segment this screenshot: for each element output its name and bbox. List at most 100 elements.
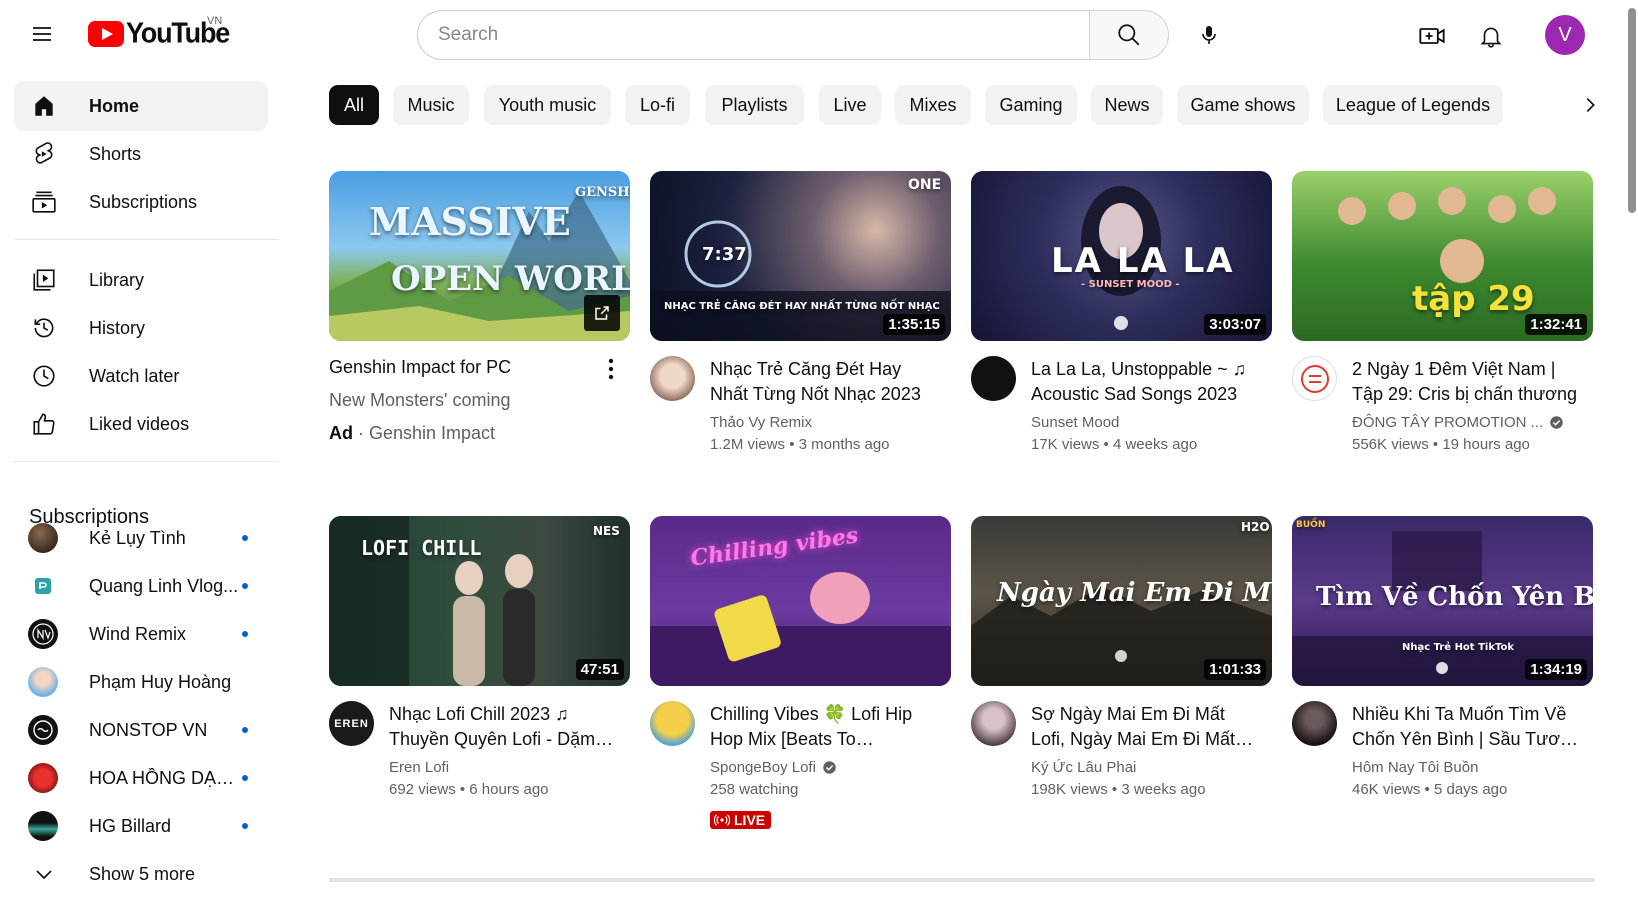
channel-name-text: Sunset Mood xyxy=(1031,414,1120,431)
channel-name[interactable]: Eren Lofi xyxy=(389,759,449,776)
subscription-channel[interactable]: Quang Linh Vlog... xyxy=(14,561,268,611)
library-icon xyxy=(30,266,58,294)
chip-game-shows[interactable]: Game shows xyxy=(1177,85,1309,125)
video-thumbnail[interactable]: 7:37 ONE NHẠC TRẺ CĂNG ĐÉT HAY NHẤT TỪNG… xyxy=(650,171,951,341)
chevron-down-icon xyxy=(30,860,58,888)
video-title[interactable]: Sợ Ngày Mai Em Đi Mất Lofi, Ngày Mai Em … xyxy=(1031,702,1263,752)
video-title[interactable]: 2 Ngày 1 Đêm Việt Nam | Tập 29: Cris bị … xyxy=(1352,357,1584,407)
video-thumbnail[interactable]: tập 29 1:32:41 xyxy=(1292,171,1593,341)
chip-mixes[interactable]: Mixes xyxy=(895,85,971,125)
video-thumbnail[interactable]: Tìm Về Chốn Yên Bình Nhạc Trẻ Hot TikTok… xyxy=(1292,516,1593,686)
thumbnail-brand: BUỒN xyxy=(1296,520,1326,530)
scrollbar-thumb[interactable] xyxy=(1628,8,1636,213)
video-metadata: 46K views • 5 days ago xyxy=(1352,781,1508,798)
chip-lofi[interactable]: Lo-fi xyxy=(625,85,690,125)
sidebar: Home Shorts Subscriptions Library Histor… xyxy=(0,68,280,916)
chip-youth-music[interactable]: Youth music xyxy=(484,85,611,125)
channel-avatar xyxy=(28,763,58,793)
guide-menu-button[interactable] xyxy=(22,14,62,54)
subscription-channel[interactable]: HG Billard xyxy=(14,801,268,851)
sidebar-item-label: Subscriptions xyxy=(89,191,198,212)
channel-name[interactable]: Thảo Vy Remix xyxy=(710,414,812,431)
ad-title[interactable]: Genshin Impact for PC xyxy=(329,357,511,378)
sidebar-item-label: Watch later xyxy=(89,365,180,386)
video-title[interactable]: Chilling Vibes 🍀 Lofi Hip Hop Mix [Beats… xyxy=(710,702,942,752)
subscription-channel[interactable]: NONSTOP VN xyxy=(14,705,268,755)
channel-avatar xyxy=(28,811,58,841)
channel-avatar[interactable]: EREN xyxy=(329,701,374,746)
youtube-play-icon xyxy=(88,20,124,47)
channel-avatar[interactable] xyxy=(971,701,1016,746)
page-scrollbar[interactable] xyxy=(1626,0,1638,916)
channel-name: HG Billard xyxy=(89,815,172,836)
create-video-icon xyxy=(1419,28,1445,44)
create-button[interactable] xyxy=(1408,12,1456,60)
more-options-button[interactable] xyxy=(599,357,623,381)
chip-next-button[interactable] xyxy=(1570,85,1610,125)
sidebar-item-watch-later[interactable]: Watch later xyxy=(14,351,268,401)
channel-avatar[interactable] xyxy=(1292,356,1337,401)
sidebar-item-history[interactable]: History xyxy=(14,303,268,353)
show-more-button[interactable]: Show 5 more xyxy=(14,849,268,899)
subscription-channel[interactable]: HOA HỒNG DẠI ... xyxy=(14,753,268,803)
external-link-icon[interactable] xyxy=(584,295,620,331)
new-content-dot xyxy=(242,583,248,589)
channel-name: HOA HỒNG DẠI ... xyxy=(89,767,239,788)
channel-name-text: SpongeBoy Lofi xyxy=(710,759,816,776)
voice-search-button[interactable] xyxy=(1185,11,1233,59)
channel-avatar[interactable] xyxy=(1292,701,1337,746)
chip-all[interactable]: All xyxy=(329,85,379,125)
channel-name[interactable]: Hôm Nay Tôi Buồn xyxy=(1352,759,1478,776)
ad-label: Ad xyxy=(329,423,353,443)
chip-playlists[interactable]: Playlists xyxy=(705,85,804,125)
video-title[interactable]: Nhạc Trẻ Căng Đét Hay Nhất Từng Nốt Nhạc… xyxy=(710,357,942,407)
channel-avatar[interactable] xyxy=(650,701,695,746)
chip-news[interactable]: News xyxy=(1091,85,1163,125)
channel-name[interactable]: Ký Ức Lâu Phai xyxy=(1031,759,1136,776)
search-input[interactable] xyxy=(438,24,1089,46)
chip-music[interactable]: Music xyxy=(393,85,469,125)
notifications-button[interactable] xyxy=(1467,12,1515,60)
channel-avatar[interactable] xyxy=(650,356,695,401)
channel-avatar[interactable] xyxy=(971,356,1016,401)
sidebar-item-subscriptions[interactable]: Subscriptions xyxy=(14,177,268,227)
video-thumbnail[interactable]: Chilling vibes xyxy=(650,516,951,686)
video-title[interactable]: Nhạc Lofi Chill 2023 ♫ Thuyền Quyên Lofi… xyxy=(389,702,621,752)
channel-name-text: Eren Lofi xyxy=(389,759,450,776)
channel-name[interactable]: ĐÔNG TÂY PROMOTION ... xyxy=(1352,414,1564,431)
video-title[interactable]: Nhiều Khi Ta Muốn Tìm Về Chốn Yên Bình |… xyxy=(1352,702,1584,752)
view-count: 556K views xyxy=(1352,436,1429,453)
video-thumbnail[interactable]: LA LA LA - SUNSET MOOD - 3:03:07 xyxy=(971,171,1272,341)
video-thumbnail[interactable]: Ngày Mai Em Đi Mất H2O 1:01:33 xyxy=(971,516,1272,686)
account-avatar[interactable]: V xyxy=(1545,15,1585,55)
country-code: VN xyxy=(207,15,223,27)
sidebar-item-shorts[interactable]: Shorts xyxy=(14,129,268,179)
sidebar-item-library[interactable]: Library xyxy=(14,255,268,305)
thumbnail-caption: NHẠC TRẺ CĂNG ĐÉT HAY NHẤT TỪNG NỐT NHẠC xyxy=(664,301,940,312)
sidebar-item-home[interactable]: Home xyxy=(14,81,268,131)
channel-name: NONSTOP VN xyxy=(89,719,208,740)
history-icon xyxy=(30,314,58,342)
thumbnail-text: MASSIVE xyxy=(369,199,571,244)
channel-name[interactable]: Sunset Mood xyxy=(1031,414,1119,431)
advertiser-name[interactable]: Genshin Impact xyxy=(369,423,495,443)
video-metadata: 198K views • 3 weeks ago xyxy=(1031,781,1206,798)
ad-thumbnail[interactable]: MASSIVE OPEN WORLD GENSHIN xyxy=(329,171,630,341)
chip-live[interactable]: Live xyxy=(819,85,881,125)
video-thumbnail[interactable]: LOFI CHILL NES 47:51 xyxy=(329,516,630,686)
live-broadcast-icon xyxy=(714,814,730,826)
subscription-channel[interactable]: Kẻ Lụy Tình xyxy=(14,513,268,563)
chip-gaming[interactable]: Gaming xyxy=(985,85,1077,125)
chip-league-of-legends[interactable]: League of Legends xyxy=(1323,85,1503,125)
sidebar-item-liked-videos[interactable]: Liked videos xyxy=(14,399,268,449)
video-title[interactable]: La La La, Unstoppable ~ ♫ Acoustic Sad S… xyxy=(1031,357,1263,407)
search-button[interactable] xyxy=(1089,10,1169,60)
live-label: LIVE xyxy=(734,812,766,828)
channel-avatar xyxy=(28,715,58,745)
subscription-channel[interactable]: Phạm Huy Hoàng xyxy=(14,657,268,707)
search-box xyxy=(417,10,1089,60)
channel-name[interactable]: SpongeBoy Lofi xyxy=(710,759,837,776)
channel-avatar xyxy=(28,619,58,649)
subscription-channel[interactable]: Wind Remix xyxy=(14,609,268,659)
channel-avatar xyxy=(28,571,58,601)
